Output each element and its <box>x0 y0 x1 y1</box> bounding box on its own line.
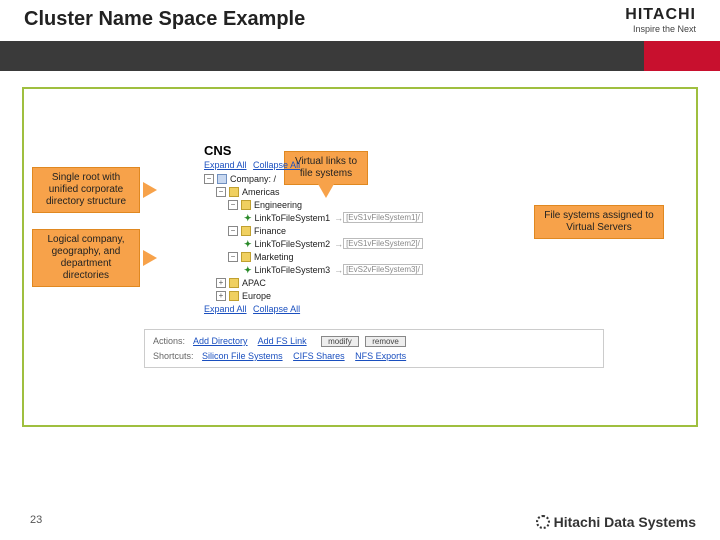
tree-node[interactable]: − Marketing <box>204 250 504 263</box>
collapse-icon[interactable]: − <box>228 200 238 210</box>
folder-icon <box>241 252 251 262</box>
arrow-right-icon <box>143 250 157 266</box>
callout-assigned: File systems assigned to Virtual Servers <box>534 205 664 239</box>
remove-button[interactable]: remove <box>365 336 406 347</box>
expand-icon[interactable]: + <box>216 278 226 288</box>
expand-all-link[interactable]: Expand All <box>204 160 247 170</box>
collapse-all-link[interactable]: Collapse All <box>253 160 300 170</box>
expand-all-link[interactable]: Expand All <box>204 304 247 314</box>
collapse-icon[interactable]: − <box>228 252 238 262</box>
content-frame: Single root with unified corporate direc… <box>22 87 698 427</box>
arrow-icon: → <box>334 213 343 223</box>
collapse-icon[interactable]: − <box>228 226 238 236</box>
arrow-right-icon <box>143 182 157 198</box>
callout-logical-text: Logical company, geography, and departme… <box>47 234 124 281</box>
tree-label: APAC <box>242 278 266 288</box>
folder-icon <box>229 187 239 197</box>
accent-block <box>644 41 720 71</box>
link-icon: ✦ <box>244 213 252 223</box>
fs-target: [EvS2vFileSystem3]/ <box>343 264 423 275</box>
tree-label: LinkToFileSystem3 <box>255 265 331 275</box>
callout-root: Single root with unified corporate direc… <box>32 167 140 213</box>
tree-link[interactable]: ✦LinkToFileSystem1→ [EvS1vFileSystem1]/ <box>204 211 504 224</box>
arrow-icon: → <box>334 265 343 275</box>
tree-root[interactable]: − Company: / <box>204 172 504 185</box>
cns-heading: CNS <box>204 143 504 160</box>
shortcuts-row: Shortcuts: Silicon File Systems CIFS Sha… <box>153 349 595 363</box>
arrow-icon: → <box>334 239 343 249</box>
tree-node[interactable]: + Europe <box>204 289 504 302</box>
tree-label: Americas <box>242 187 280 197</box>
add-directory-link[interactable]: Add Directory <box>193 336 248 346</box>
collapse-icon[interactable]: − <box>204 174 214 184</box>
tree-label: LinkToFileSystem1 <box>255 213 331 223</box>
tree-node[interactable]: − Engineering <box>204 198 504 211</box>
brand-logo: HITACHI Inspire the Next <box>625 6 696 34</box>
tree-link[interactable]: ✦LinkToFileSystem3→ [EvS2vFileSystem3]/ <box>204 263 504 276</box>
add-fs-link[interactable]: Add FS Link <box>258 336 307 346</box>
tree-label: Europe <box>242 291 271 301</box>
footer-brand: Hitachi Data Systems <box>536 514 696 530</box>
callout-root-text: Single root with unified corporate direc… <box>46 172 126 207</box>
tree-link[interactable]: ✦LinkToFileSystem2→ [EvS1vFileSystem2]/ <box>204 237 504 250</box>
header-bar <box>0 41 720 71</box>
link-icon: ✦ <box>244 265 252 275</box>
cns-tree: −Company: / −Americas −Engineering ✦Link… <box>204 172 504 302</box>
tree-label: Marketing <box>254 252 294 262</box>
page-number: 23 <box>30 514 42 526</box>
tree-root-label: Company: / <box>230 174 276 184</box>
fs-target: [EvS1vFileSystem2]/ <box>343 238 423 249</box>
folder-icon <box>229 278 239 288</box>
brand-tagline: Inspire the Next <box>625 24 696 34</box>
tree-label: LinkToFileSystem2 <box>255 239 331 249</box>
shortcut-sfs[interactable]: Silicon File Systems <box>202 351 283 361</box>
cns-tree-controls-bottom: Expand All Collapse All <box>204 304 504 314</box>
cns-tree-controls: Expand All Collapse All <box>204 160 504 170</box>
slide-title: Cluster Name Space Example <box>24 8 720 31</box>
brand-name: HITACHI <box>625 6 696 24</box>
expand-icon[interactable]: + <box>216 291 226 301</box>
folder-icon <box>241 226 251 236</box>
shortcut-cifs[interactable]: CIFS Shares <box>293 351 345 361</box>
callout-logical: Logical company, geography, and departme… <box>32 229 140 287</box>
folder-icon <box>241 200 251 210</box>
gear-icon <box>536 515 550 529</box>
fs-target: [EvS1vFileSystem1]/ <box>343 212 423 223</box>
shortcuts-label: Shortcuts: <box>153 351 194 361</box>
collapse-all-link[interactable]: Collapse All <box>253 304 300 314</box>
actions-panel: Actions: Add Directory Add FS Link modif… <box>144 329 604 368</box>
tree-node[interactable]: − Finance <box>204 224 504 237</box>
link-icon: ✦ <box>244 239 252 249</box>
folder-icon <box>229 291 239 301</box>
tree-label: Engineering <box>254 200 302 210</box>
collapse-icon[interactable]: − <box>216 187 226 197</box>
shortcut-nfs[interactable]: NFS Exports <box>355 351 406 361</box>
actions-row: Actions: Add Directory Add FS Link modif… <box>153 334 595 349</box>
company-icon <box>217 174 227 184</box>
tree-label: Finance <box>254 226 286 236</box>
modify-button[interactable]: modify <box>321 336 359 347</box>
callout-assigned-text: File systems assigned to Virtual Servers <box>544 210 654 233</box>
footer-brand-text: Hitachi Data Systems <box>554 514 696 530</box>
tree-node[interactable]: − Americas <box>204 185 504 198</box>
tree-node[interactable]: + APAC <box>204 276 504 289</box>
actions-label: Actions: <box>153 336 185 346</box>
cns-panel: CNS Expand All Collapse All −Company: / … <box>204 143 504 314</box>
